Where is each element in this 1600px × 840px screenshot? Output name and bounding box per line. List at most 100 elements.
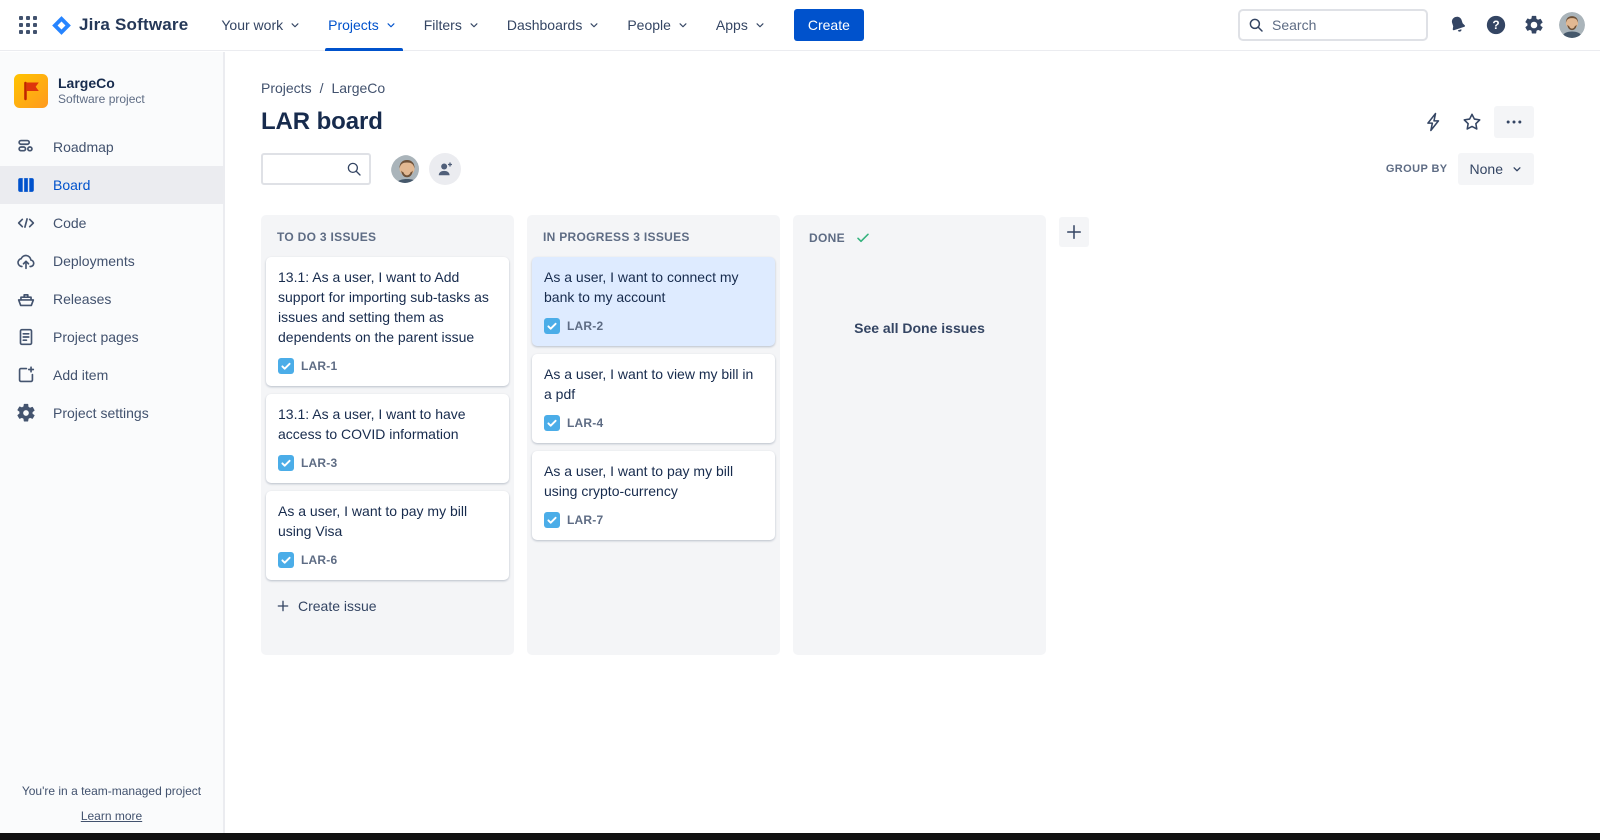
issue-key: LAR-7 [567,513,603,527]
user-avatar [1559,12,1585,38]
user-avatar-button[interactable] [1556,9,1588,41]
column-cards: As a user, I want to connect my bank to … [527,254,780,548]
column-cards: 13.1: As a user, I want to Add support f… [261,254,514,588]
column-header: TO DO 3 ISSUES [261,215,514,254]
jira-logo[interactable]: Jira Software [44,14,198,37]
code-icon [14,212,38,234]
breadcrumb-separator: / [320,80,324,96]
bell-icon [1447,14,1469,36]
sidebar-item-code[interactable]: Code [0,204,223,242]
board-search [261,153,371,185]
issue-meta: LAR-7 [544,512,763,528]
settings-button[interactable] [1518,9,1550,41]
global-search [1238,9,1428,41]
sidebar-item-add-item[interactable]: Add item [0,356,223,394]
nav-apps[interactable]: Apps [703,0,780,51]
create-button[interactable]: Create [794,9,864,41]
notifications-button[interactable] [1442,9,1474,41]
project-type: Software project [58,92,145,107]
gear-icon [14,402,38,424]
issue-summary: 13.1: As a user, I want to Add support f… [278,267,497,347]
sidebar-item-project-settings[interactable]: Project settings [0,394,223,432]
column-header: DONE [793,215,1046,256]
global-search-input[interactable] [1238,9,1428,41]
sidebar-item-deployments[interactable]: Deployments [0,242,223,280]
issue-summary: As a user, I want to connect my bank to … [544,267,763,307]
project-header: LargeCo Software project [0,52,223,128]
help-icon: ? [1485,14,1507,36]
chevron-down-icon [288,18,302,32]
board-toolbar: GROUP BY None [261,153,1534,185]
task-type-icon [278,552,294,568]
issue-card[interactable]: 13.1: As a user, I want to have access t… [266,394,509,483]
project-sidebar: LargeCo Software project Roadmap Boar [0,52,225,833]
sidebar-item-project-pages[interactable]: Project pages [0,318,223,356]
nav-your-work[interactable]: Your work [208,0,315,51]
issue-card[interactable]: As a user, I want to pay my bill using V… [266,491,509,580]
see-all-done-link[interactable]: See all Done issues [854,320,985,336]
chevron-down-icon [467,18,481,32]
project-avatar-icon [14,74,48,108]
chevron-down-icon [753,18,767,32]
issue-meta: LAR-2 [544,318,763,334]
issue-key: LAR-2 [567,319,603,333]
column-done: DONE See all Done issues [793,215,1046,655]
issue-card[interactable]: As a user, I want to view my bill in a p… [532,354,775,443]
board-main: Projects / LargeCo LAR board [227,52,1600,833]
nav-people[interactable]: People [614,0,703,51]
group-by-label: GROUP BY [1386,163,1448,175]
board-icon [14,174,38,196]
app-switcher-icon [19,16,37,34]
issue-summary: As a user, I want to pay my bill using V… [278,501,497,541]
chevron-down-icon [1510,162,1524,176]
create-issue-button[interactable]: Create issue [266,590,509,622]
done-empty-state: See all Done issues [793,320,1046,338]
sidebar-nav: Roadmap Board Code [0,128,223,432]
nav-dashboards[interactable]: Dashboards [494,0,615,51]
issue-key: LAR-6 [301,553,337,567]
jira-logo-icon [50,14,73,37]
nav-filters[interactable]: Filters [411,0,494,51]
project-name: LargeCo [58,75,145,92]
title-row: LAR board [261,106,1534,138]
plus-icon [275,598,291,614]
sidebar-item-releases[interactable]: Releases [0,280,223,318]
nav-projects[interactable]: Projects [315,0,411,51]
plus-icon [1064,222,1084,242]
issue-summary: As a user, I want to pay my bill using c… [544,461,763,501]
ellipsis-icon [1504,112,1524,132]
add-people-button[interactable] [429,153,461,185]
app-switcher-button[interactable] [12,9,44,41]
issue-key: LAR-1 [301,359,337,373]
issue-summary: As a user, I want to view my bill in a p… [544,364,763,404]
issue-meta: LAR-4 [544,415,763,431]
project-info: LargeCo Software project [58,75,145,107]
roadmap-icon [14,136,38,158]
issue-card[interactable]: As a user, I want to pay my bill using c… [532,451,775,540]
search-icon [345,160,363,178]
top-nav: Jira Software Your work Projects Filters… [0,0,1600,51]
ship-icon [14,288,38,310]
more-options-button[interactable] [1494,106,1534,138]
automation-button[interactable] [1418,106,1450,138]
star-button[interactable] [1456,106,1488,138]
add-column-button[interactable] [1059,217,1089,247]
group-by-dropdown[interactable]: None [1458,153,1534,185]
search-icon [1247,16,1265,34]
chevron-down-icon [384,18,398,32]
sidebar-item-roadmap[interactable]: Roadmap [0,128,223,166]
breadcrumb-projects-link[interactable]: Projects [261,80,312,96]
issue-card[interactable]: 13.1: As a user, I want to Add support f… [266,257,509,386]
issue-card-selected[interactable]: As a user, I want to connect my bank to … [532,257,775,346]
task-type-icon [544,318,560,334]
sidebar-item-board[interactable]: Board [0,166,223,204]
issue-meta: LAR-1 [278,358,497,374]
cloud-upload-icon [14,250,38,272]
learn-more-link[interactable]: Learn more [81,809,142,823]
breadcrumb-project-link[interactable]: LargeCo [331,80,385,96]
help-button[interactable]: ? [1480,9,1512,41]
svg-text:?: ? [1492,18,1499,32]
team-managed-note: You're in a team-managed project [0,784,223,798]
kanban-board: TO DO 3 ISSUES 13.1: As a user, I want t… [261,215,1534,655]
member-avatar[interactable] [389,153,421,185]
